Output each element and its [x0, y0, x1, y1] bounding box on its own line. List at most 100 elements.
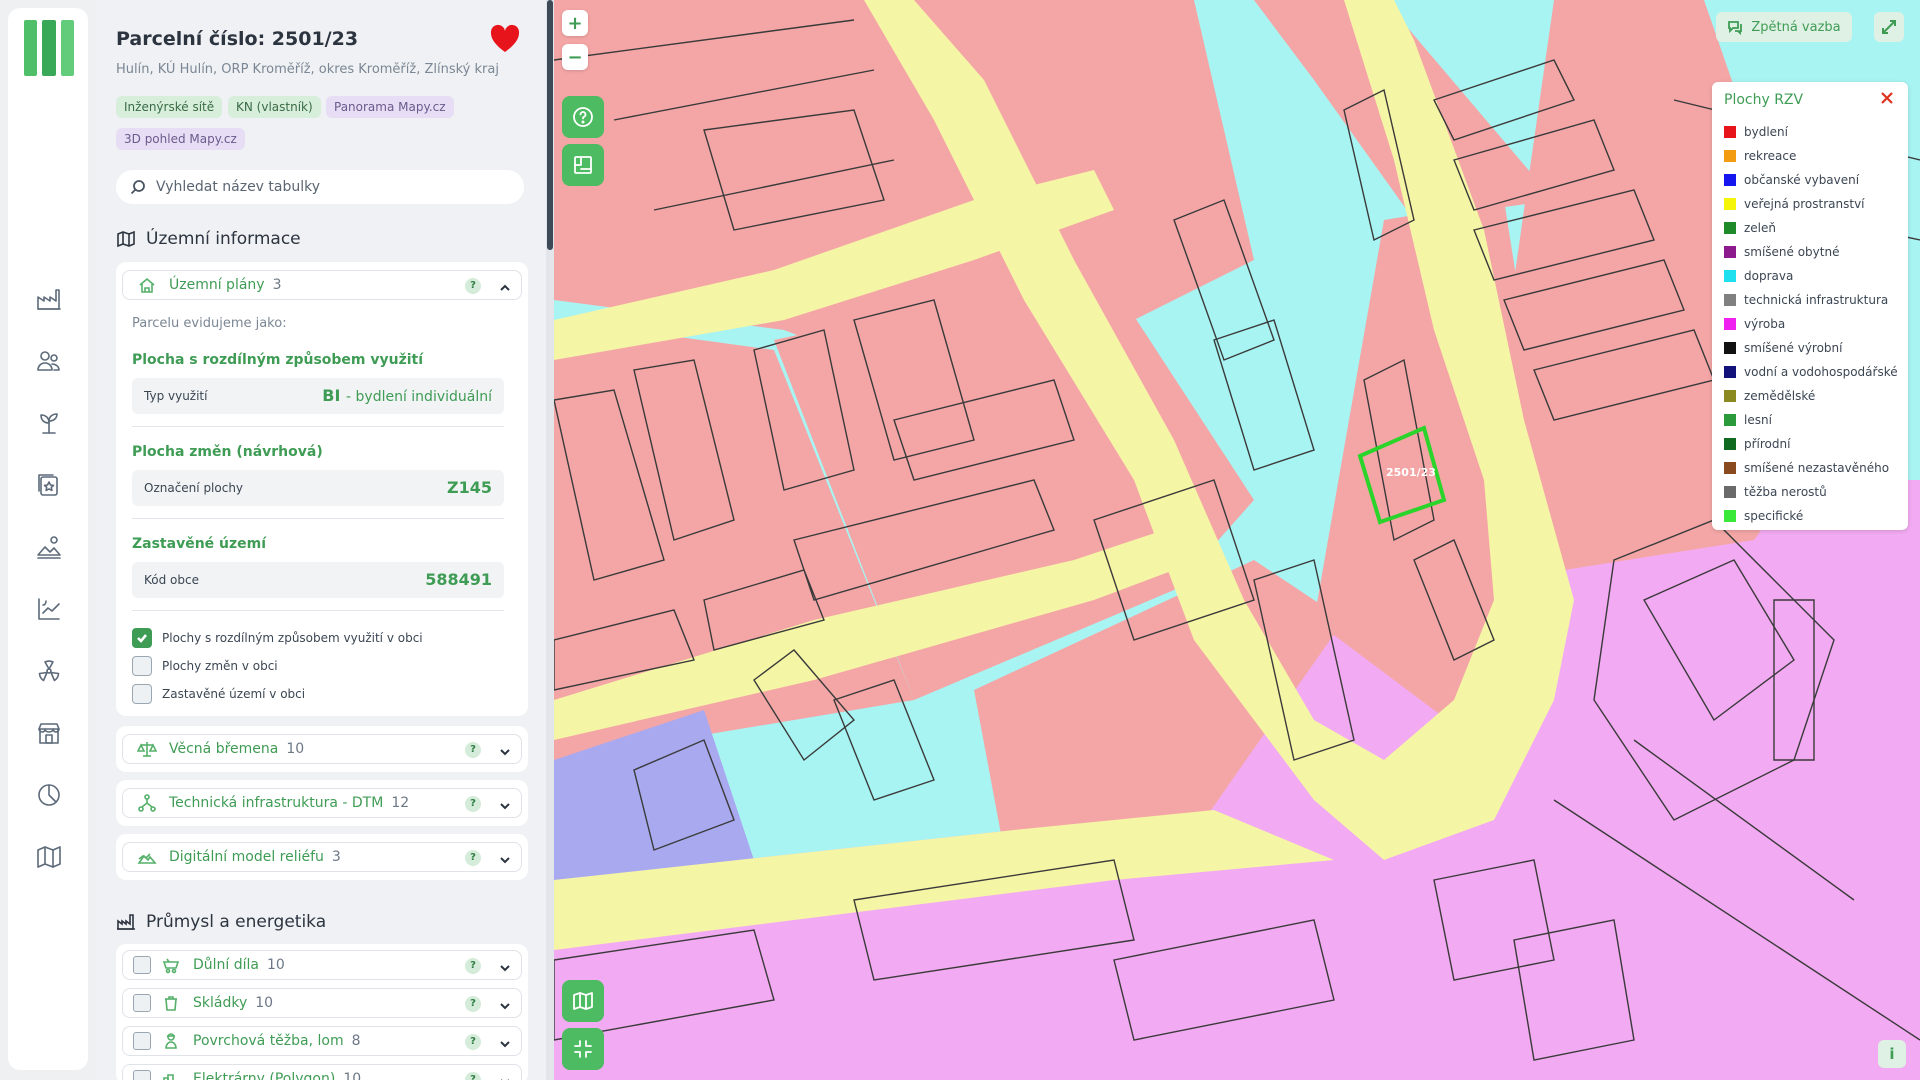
legend-item: rekreace — [1724, 144, 1898, 168]
close-icon[interactable] — [1880, 90, 1898, 108]
chevron-down-icon[interactable] — [499, 851, 511, 864]
chip-panorama[interactable]: Panorama Mapy.cz — [326, 96, 454, 118]
accordion-skladky[interactable]: Skládky 10 ? — [122, 988, 522, 1018]
help-icon[interactable]: ? — [465, 278, 481, 294]
feedback-button[interactable]: Zpětná vazba — [1716, 12, 1852, 42]
chevron-down-icon[interactable] — [499, 1073, 511, 1080]
section-prumysl-energetika: Průmysl a energetika — [116, 912, 326, 932]
legend-item: občanské vybavení — [1724, 168, 1898, 192]
info-button[interactable]: i — [1878, 1040, 1906, 1068]
legend-swatch — [1724, 438, 1736, 450]
accordion-digitalni-model-reliefu[interactable]: Digitální model reliéfu 3 ? — [122, 842, 522, 872]
legend-label: smíšené výrobní — [1744, 341, 1843, 355]
growth-chart-icon[interactable] — [34, 594, 64, 624]
divider — [132, 518, 504, 519]
checkbox[interactable] — [133, 994, 151, 1012]
checkbox-plochy-rzv[interactable]: Plochy s rozdílným způsobem využití v ob… — [132, 628, 423, 648]
document-star-icon[interactable] — [34, 470, 64, 500]
vecna-bremena-card: Věcná břemena 10 ? — [116, 726, 528, 772]
legend-swatch — [1724, 270, 1736, 282]
kv-key: Kód obce — [144, 573, 199, 587]
accordion-count: 8 — [351, 1033, 361, 1049]
factory-icon — [117, 914, 135, 930]
zoom-in-button[interactable]: + — [562, 10, 588, 36]
pie-chart-icon[interactable] — [34, 780, 64, 810]
icon-rail — [8, 8, 88, 1070]
chip-inzenyrske-site[interactable]: Inženýrské sítě — [116, 96, 223, 118]
chevron-down-icon[interactable] — [499, 997, 511, 1010]
legend-item: zemědělské — [1724, 384, 1898, 408]
accordion-dulni-dila[interactable]: Důlní díla 10 ? — [122, 950, 522, 980]
help-icon[interactable]: ? — [465, 796, 481, 812]
parcel-location: Hulín, KÚ Hulín, ORP Kroměříž, okres Kro… — [116, 62, 499, 77]
floorplan-button[interactable] — [562, 144, 604, 186]
legend-label: doprava — [1744, 269, 1794, 283]
chip-3d-pohled[interactable]: 3D pohled Mapy.cz — [116, 128, 245, 150]
search-input[interactable] — [156, 179, 516, 195]
help-map-button[interactable] — [562, 96, 604, 138]
accordion-label: Územní plány — [169, 277, 265, 293]
legend-item: vodní a vodohospodářské — [1724, 360, 1898, 384]
people-icon[interactable] — [34, 346, 64, 376]
fullscreen-exit-button[interactable] — [562, 1028, 604, 1070]
help-icon[interactable]: ? — [465, 1072, 481, 1080]
help-icon[interactable]: ? — [465, 850, 481, 866]
plant-icon[interactable] — [34, 408, 64, 438]
checkbox-plochy-zmen[interactable]: Plochy změn v obci — [132, 656, 278, 676]
technicka-infra-card: Technická infrastruktura - DTM 12 ? — [116, 780, 528, 826]
accordion-elektrarny[interactable]: Elektrárny (Polygon) 10 ? — [122, 1064, 522, 1080]
accordion-technicka-infrastruktura[interactable]: Technická infrastruktura - DTM 12 ? — [122, 788, 522, 818]
map-layers-button[interactable] — [562, 980, 604, 1022]
legend-swatch — [1724, 342, 1736, 354]
panel-scrollbar[interactable] — [546, 0, 554, 1080]
legend-label: technická infrastruktura — [1744, 293, 1889, 307]
kv-key: Označení plochy — [144, 481, 244, 495]
legend-swatch — [1724, 222, 1736, 234]
accordion-uzemni-plany[interactable]: Územní plány 3 ? — [122, 270, 522, 300]
accordion-povrchova-tezba[interactable]: Povrchová těžba, lom 8 ? — [122, 1026, 522, 1056]
legend-panel: Plochy RZV bydlení rekreace občanské vybav… — [1712, 82, 1908, 530]
accordion-label: Důlní díla — [193, 957, 260, 973]
help-icon[interactable]: ? — [465, 958, 481, 974]
chevron-up-icon[interactable] — [499, 279, 511, 291]
help-icon[interactable]: ? — [465, 1034, 481, 1050]
expand-button[interactable] — [1874, 12, 1904, 42]
zoom-in-label: + — [567, 12, 583, 34]
checkbox[interactable] — [133, 956, 151, 974]
checkbox-zastavene-uzemi[interactable]: Zastavěné území v obci — [132, 684, 305, 704]
legend-label: bydlení — [1744, 125, 1788, 139]
accordion-vecna-bremena[interactable]: Věcná břemena 10 ? — [122, 734, 522, 764]
map-icon[interactable] — [34, 842, 64, 872]
checkbox-checked[interactable] — [132, 628, 152, 648]
checkbox-label: Plochy s rozdílným způsobem využití v ob… — [162, 631, 423, 645]
chip-kn-vlastnik[interactable]: KN (vlastník) — [228, 96, 321, 118]
landscape-icon[interactable] — [34, 532, 64, 562]
legend-label: smíšené obytné — [1744, 245, 1840, 259]
zoom-out-label: − — [567, 46, 583, 68]
legend-item: specifické — [1724, 504, 1898, 528]
legend-swatch — [1724, 366, 1736, 378]
chevron-down-icon[interactable] — [499, 959, 511, 972]
zoom-out-button[interactable]: − — [562, 44, 588, 70]
chevron-down-icon[interactable] — [499, 1035, 511, 1048]
help-icon[interactable]: ? — [465, 742, 481, 758]
heart-icon[interactable] — [489, 24, 521, 54]
legend-item: zeleň — [1724, 216, 1898, 240]
map-canvas[interactable]: + − Zpětná vazba 2501/23 Plochy RZV bydl… — [554, 0, 1920, 1080]
factory-icon[interactable] — [34, 284, 64, 314]
legend-label: smíšené nezastavěného — [1744, 461, 1890, 475]
help-icon[interactable]: ? — [465, 996, 481, 1012]
terrain-icon — [137, 847, 157, 867]
checkbox[interactable] — [133, 1032, 151, 1050]
app-logo[interactable] — [24, 20, 74, 76]
checkbox[interactable] — [133, 1070, 151, 1080]
chevron-down-icon[interactable] — [499, 743, 511, 756]
radiation-icon[interactable] — [34, 656, 64, 686]
legend-swatch — [1724, 150, 1736, 162]
checkbox[interactable] — [132, 684, 152, 704]
chevron-down-icon[interactable] — [499, 797, 511, 810]
checkbox[interactable] — [132, 656, 152, 676]
parcel-intro: Parcelu evidujeme jako: — [132, 316, 287, 331]
scrollbar-thumb[interactable] — [547, 0, 553, 250]
storefront-icon[interactable] — [34, 718, 64, 748]
